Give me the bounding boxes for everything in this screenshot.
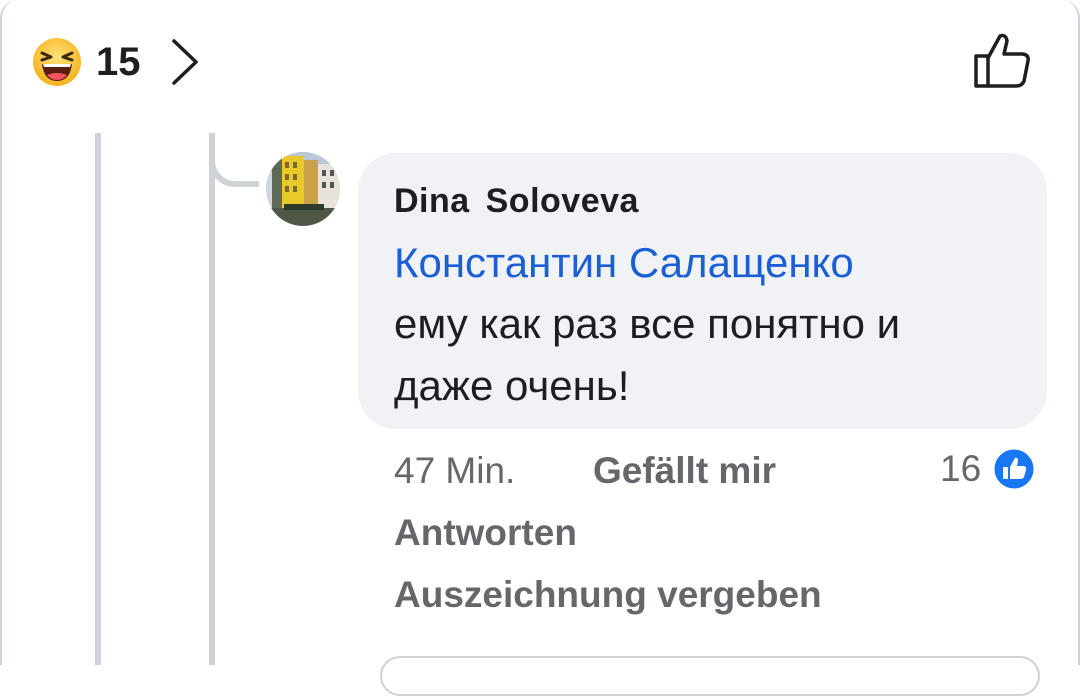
comment-reactions[interactable]: 16 [940,443,1037,495]
reply-button[interactable]: Antworten [394,510,577,556]
comment-text-line-2: даже очень! [394,362,630,409]
reaction-count: 15 [96,39,141,84]
comment-bubble: Dina Soloveva Константин Салащенко ему к… [358,153,1047,429]
reply-thread-line [209,133,215,665]
comment-panel: 15 Dina Soloveva Константин Салащенко ем… [0,0,1080,696]
thumbs-up-outline-icon[interactable] [970,28,1034,92]
comment-text-line-1: ему как раз все понятно и [394,300,901,347]
comment-timestamp[interactable]: 47 Min. [394,448,515,494]
reaction-summary[interactable]: 15 [32,34,199,90]
chevron-right-icon [171,39,198,85]
mention-link[interactable]: Константин Салащенко [394,233,1013,293]
like-badge-icon [991,446,1037,492]
comment-author[interactable]: Dina Soloveva [394,179,1013,223]
avatar[interactable] [266,152,340,226]
like-count: 16 [940,448,982,489]
thread-line [95,133,101,665]
reply-connector [209,133,259,187]
laughing-emoji-icon [33,38,81,86]
like-button[interactable]: Gefällt mir [593,448,776,494]
award-button[interactable]: Auszeichnung vergeben [394,572,822,618]
reply-input[interactable] [380,656,1040,696]
